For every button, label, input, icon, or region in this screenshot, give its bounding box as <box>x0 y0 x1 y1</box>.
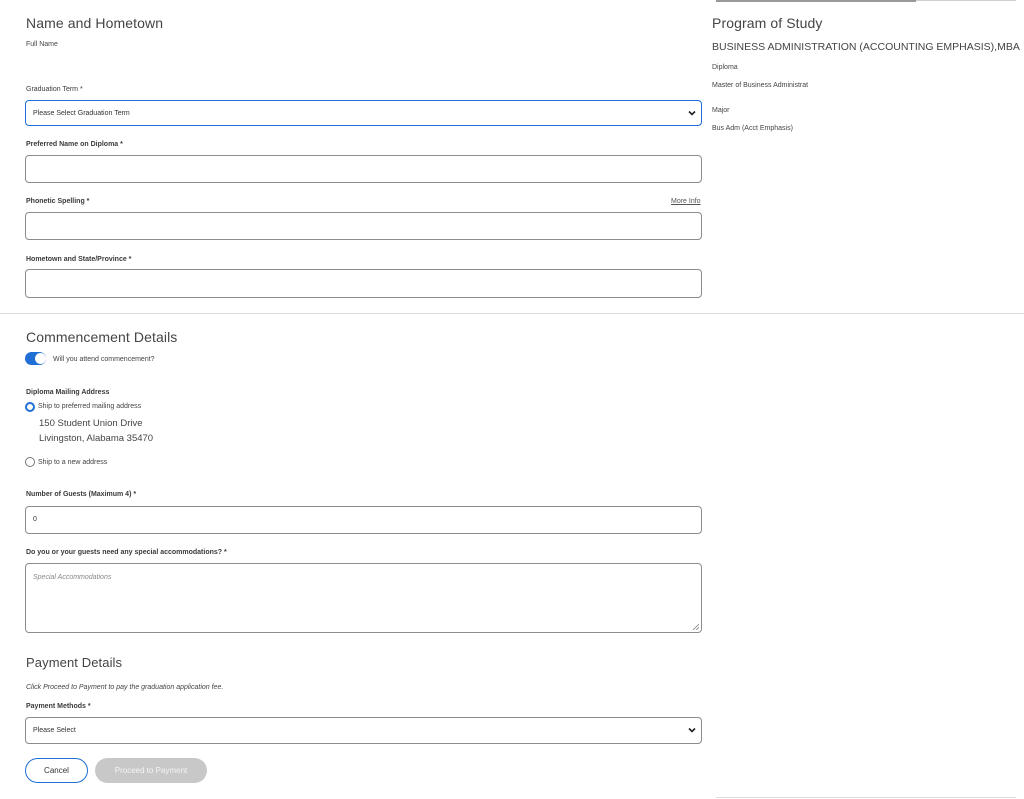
phonetic-spelling-input[interactable] <box>25 212 702 240</box>
hometown-input[interactable] <box>25 269 702 298</box>
guests-input[interactable]: 0 <box>25 506 702 534</box>
cancel-button[interactable]: Cancel <box>25 758 88 783</box>
toggle-knob <box>35 353 46 364</box>
program-name: BUSINESS ADMINISTRATION (ACCOUNTING EMPH… <box>712 41 1020 53</box>
payment-title: Payment Details <box>26 655 123 670</box>
radio-new-address[interactable] <box>25 457 35 467</box>
cancel-button-label: Cancel <box>44 766 69 775</box>
attend-toggle[interactable] <box>25 352 46 365</box>
program-of-study-title: Program of Study <box>712 15 823 31</box>
payment-methods-value: Please Select <box>33 727 76 734</box>
address-line-2: Livingston, Alabama 35470 <box>39 433 154 444</box>
guests-label: Number of Guests (Maximum 4) * <box>26 491 137 498</box>
commencement-title: Commencement Details <box>26 329 178 345</box>
chevron-down-icon <box>688 110 696 116</box>
payment-methods-select[interactable]: Please Select <box>25 717 702 744</box>
full-name-label: Full Name <box>26 41 58 48</box>
graduation-term-value: Please Select Graduation Term <box>33 110 130 117</box>
diploma-mailing-label: Diploma Mailing Address <box>26 389 110 396</box>
major-value: Bus Adm (Acct Emphasis) <box>712 125 793 132</box>
graduation-term-label: Graduation Term * <box>26 86 83 93</box>
chevron-down-icon <box>688 727 696 733</box>
accommodations-placeholder: Special Accommodations <box>33 574 112 581</box>
preferred-name-input[interactable] <box>25 155 702 183</box>
diploma-value: Master of Business Administrat <box>712 82 809 89</box>
payment-note: Click Proceed to Payment to pay the grad… <box>26 684 224 691</box>
payment-methods-label: Payment Methods * <box>26 703 91 710</box>
hometown-label: Hometown and State/Province * <box>26 256 132 263</box>
address-line-1: 150 Student Union Drive <box>39 418 143 429</box>
accommodations-textarea[interactable]: Special Accommodations <box>25 563 702 633</box>
radio-preferred-label: Ship to preferred mailing address <box>38 403 142 410</box>
accommodations-label: Do you or your guests need any special a… <box>26 549 227 556</box>
diploma-label: Diploma <box>712 64 738 71</box>
proceed-to-payment-button[interactable]: Proceed to Payment <box>95 758 207 783</box>
major-label: Major <box>712 107 730 114</box>
phonetic-spelling-label: Phonetic Spelling * <box>26 198 90 205</box>
section-divider <box>0 313 1024 314</box>
attend-toggle-label: Will you attend commencement? <box>53 356 155 363</box>
more-info-link[interactable]: More Info <box>671 198 701 205</box>
radio-new-label: Ship to a new address <box>38 459 108 466</box>
name-hometown-title: Name and Hometown <box>26 15 164 31</box>
proceed-button-label: Proceed to Payment <box>114 766 188 775</box>
top-border-line <box>916 0 1016 1</box>
top-scroll-indicator <box>716 0 916 2</box>
graduation-term-select[interactable]: Please Select Graduation Term <box>25 100 702 126</box>
bottom-border-line <box>716 797 1016 798</box>
radio-preferred-address[interactable] <box>25 402 35 412</box>
preferred-name-label: Preferred Name on Diploma * <box>26 141 123 148</box>
resize-handle-icon[interactable] <box>693 624 699 630</box>
guests-value: 0 <box>33 516 37 523</box>
